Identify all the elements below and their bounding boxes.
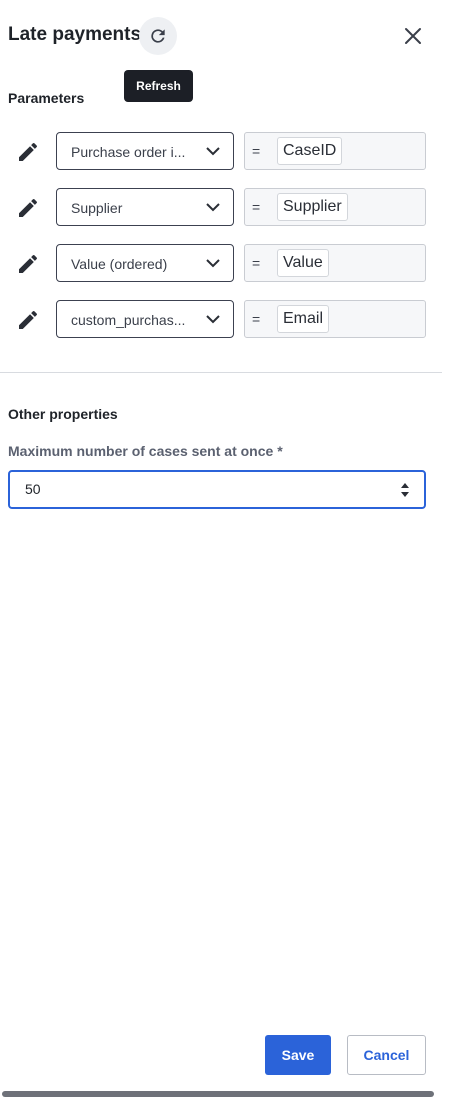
refresh-tooltip: Refresh <box>124 70 193 102</box>
other-properties-heading: Other properties <box>8 406 118 422</box>
chevron-down-icon <box>206 147 220 156</box>
field-select-label: custom_purchas... <box>71 312 186 328</box>
refresh-icon <box>151 29 165 43</box>
save-button[interactable]: Save <box>265 1035 331 1075</box>
value-chip[interactable]: Email <box>277 305 330 333</box>
max-cases-input[interactable]: 50 <box>8 470 426 509</box>
field-select-label: Value (ordered) <box>71 256 168 272</box>
operator: = <box>252 255 261 271</box>
parameter-row: custom_purchas... = Email <box>0 300 440 340</box>
refresh-button[interactable] <box>139 17 177 55</box>
max-cases-value: 50 <box>25 481 41 497</box>
parameters-heading: Parameters <box>8 90 85 106</box>
value-chip[interactable]: Value <box>277 249 329 277</box>
cancel-button[interactable]: Cancel <box>347 1035 426 1075</box>
horizontal-scrollbar-thumb[interactable] <box>2 1091 434 1097</box>
chevron-down-icon <box>206 259 220 268</box>
parameter-row: Purchase order i... = CaseID <box>0 132 440 172</box>
pencil-icon[interactable] <box>16 252 40 276</box>
section-divider <box>0 372 442 373</box>
operator: = <box>252 311 261 327</box>
pencil-icon[interactable] <box>16 308 40 332</box>
number-spinner-icon[interactable] <box>400 481 410 499</box>
chevron-down-icon <box>206 203 220 212</box>
field-select[interactable]: custom_purchas... <box>56 300 234 338</box>
pencil-icon[interactable] <box>16 140 40 164</box>
pencil-icon[interactable] <box>16 196 40 220</box>
operator: = <box>252 143 261 159</box>
parameter-row: Value (ordered) = Value <box>0 244 440 284</box>
operator: = <box>252 199 261 215</box>
value-chip[interactable]: CaseID <box>277 137 343 165</box>
max-cases-label: Maximum number of cases sent at once * <box>8 443 283 459</box>
close-button[interactable] <box>401 24 425 48</box>
value-box[interactable] <box>244 300 426 338</box>
parameter-row: Supplier = Supplier <box>0 188 440 228</box>
value-box[interactable] <box>244 244 426 282</box>
field-select-label: Purchase order i... <box>71 144 186 160</box>
field-select[interactable]: Supplier <box>56 188 234 226</box>
chevron-down-icon <box>206 315 220 324</box>
close-icon <box>405 28 421 44</box>
field-select[interactable]: Value (ordered) <box>56 244 234 282</box>
field-select-label: Supplier <box>71 200 123 216</box>
field-select[interactable]: Purchase order i... <box>56 132 234 170</box>
page-title: Late payments <box>8 24 142 45</box>
value-chip[interactable]: Supplier <box>277 193 348 221</box>
